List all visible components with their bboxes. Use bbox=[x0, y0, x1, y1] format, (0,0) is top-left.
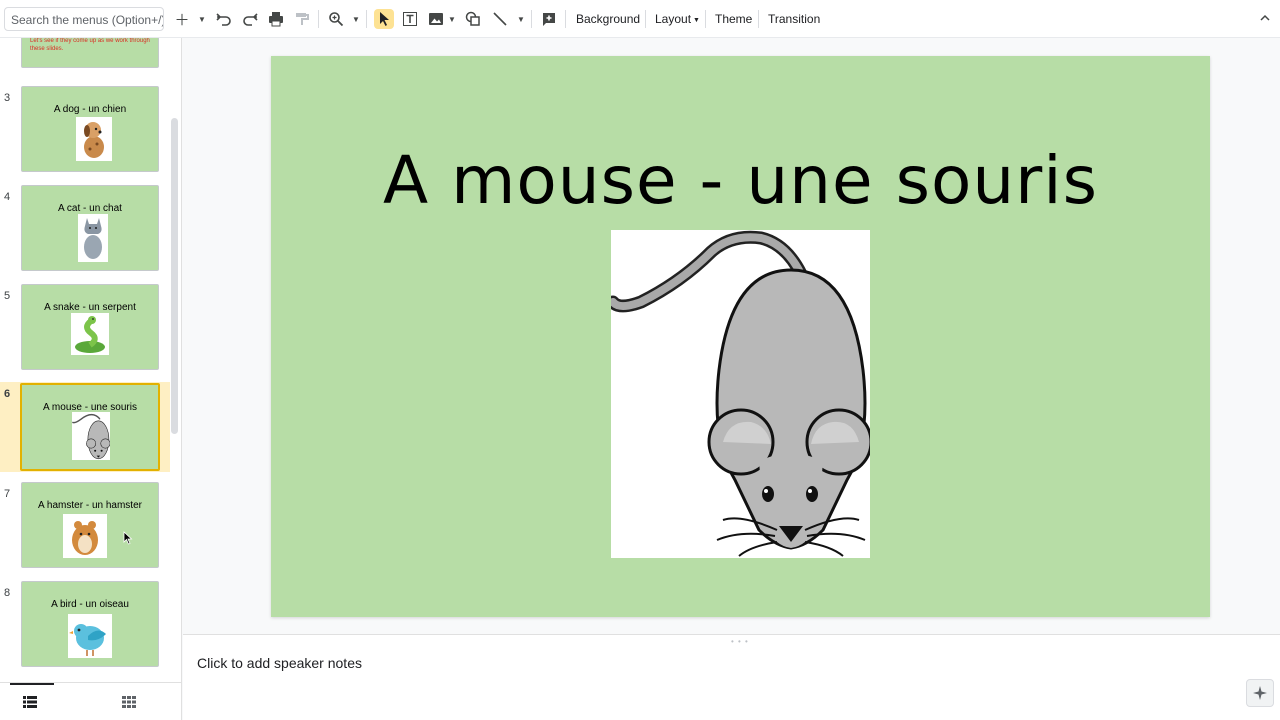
slide-number: 5 bbox=[4, 290, 11, 302]
slide-thumb: A dog - un chien bbox=[21, 86, 159, 172]
slide-thumbnail-5[interactable]: 5 A snake - un serpent bbox=[0, 284, 170, 374]
image-dropdown-icon[interactable]: ▼ bbox=[447, 9, 457, 29]
thumb-title: A bird - un oiseau bbox=[51, 599, 129, 610]
active-view-indicator bbox=[10, 683, 54, 685]
mouse-image bbox=[71, 412, 111, 460]
shape-icon[interactable] bbox=[463, 9, 483, 29]
slide-thumbnail-6[interactable]: 6 A mouse - une souris bbox=[0, 382, 170, 472]
slide-thumbnail-3[interactable]: 3 A dog - un chien bbox=[0, 86, 170, 176]
speaker-notes-panel[interactable]: • • • Click to add speaker notes bbox=[183, 634, 1280, 720]
slide-number: 3 bbox=[4, 92, 11, 104]
explore-icon[interactable] bbox=[1246, 679, 1274, 707]
dog-image bbox=[76, 117, 112, 161]
cat-image bbox=[78, 214, 108, 262]
toolbar-divider bbox=[645, 10, 646, 28]
current-slide[interactable]: A mouse - une souris bbox=[271, 56, 1210, 617]
mouse-image[interactable] bbox=[606, 230, 873, 558]
slide-thumbnail-8[interactable]: 8 A bird - un oiseau bbox=[0, 581, 170, 671]
layout-label: Layout bbox=[655, 12, 692, 26]
slide-thumb: A snake - un serpent bbox=[21, 284, 159, 370]
toolbar-divider bbox=[565, 10, 566, 28]
filmstrip-scrollbar[interactable] bbox=[171, 118, 178, 434]
slide-thumbnail-2[interactable]: Let's see if they come up as we work thr… bbox=[0, 38, 170, 72]
slide-number: 7 bbox=[4, 488, 11, 500]
undo-icon[interactable] bbox=[214, 9, 234, 29]
toolbar-divider bbox=[758, 10, 759, 28]
search-menus-input[interactable]: Search the menus (Option+/) bbox=[4, 7, 164, 31]
speaker-notes-placeholder[interactable]: Click to add speaker notes bbox=[197, 655, 362, 671]
line-dropdown-icon[interactable]: ▼ bbox=[516, 9, 526, 29]
background-button[interactable]: Background bbox=[576, 12, 640, 26]
slide-title[interactable]: A mouse - une souris bbox=[271, 142, 1210, 219]
line-icon[interactable] bbox=[490, 9, 510, 29]
transition-button[interactable]: Transition bbox=[768, 12, 820, 26]
select-pointer-icon[interactable] bbox=[374, 9, 394, 29]
hamster-image bbox=[63, 514, 107, 558]
theme-button[interactable]: Theme bbox=[715, 12, 752, 26]
redo-icon[interactable] bbox=[240, 9, 260, 29]
toolbar: Search the menus (Option+/) ＋ ▼ ▼ ▼ ▼ Ba… bbox=[0, 0, 1280, 38]
zoom-dropdown-icon[interactable]: ▼ bbox=[351, 9, 361, 29]
filmstrip-view-icon[interactable] bbox=[23, 695, 39, 709]
bird-image bbox=[68, 614, 112, 658]
layout-dropdown-icon: ▼ bbox=[693, 17, 700, 24]
slide-filmstrip: Let's see if they come up as we work thr… bbox=[0, 38, 182, 720]
slide-number: 8 bbox=[4, 587, 11, 599]
thumb-title: A dog - un chien bbox=[53, 104, 127, 115]
toolbar-divider bbox=[366, 10, 367, 28]
print-icon[interactable] bbox=[266, 9, 286, 29]
thumb-text: Let's see if they come up as we work thr… bbox=[30, 38, 150, 52]
slide-thumb: Let's see if they come up as we work thr… bbox=[21, 38, 159, 68]
new-slide-icon[interactable]: ＋ bbox=[172, 9, 192, 29]
filmstrip-view-controls bbox=[0, 682, 181, 720]
toolbar-divider bbox=[531, 10, 532, 28]
chevron-up-icon[interactable] bbox=[1260, 11, 1270, 25]
slide-thumb: A bird - un oiseau bbox=[21, 581, 159, 667]
new-slide-dropdown-icon[interactable]: ▼ bbox=[197, 9, 207, 29]
slide-thumbnail-7[interactable]: 7 A hamster - un hamster bbox=[0, 482, 170, 572]
toolbar-divider bbox=[705, 10, 706, 28]
thumb-title: A snake - un serpent bbox=[44, 302, 136, 313]
paint-format-icon[interactable] bbox=[292, 9, 312, 29]
thumb-title: A cat - un chat bbox=[58, 203, 122, 214]
thumb-title: A hamster - un hamster bbox=[38, 500, 142, 511]
slide-thumb: A mouse - une souris bbox=[20, 383, 160, 471]
notes-resize-handle[interactable]: • • • bbox=[731, 637, 749, 646]
mouse-cursor bbox=[123, 531, 133, 545]
add-comment-icon[interactable] bbox=[539, 9, 559, 29]
slide-thumbnail-4[interactable]: 4 A cat - un chat bbox=[0, 185, 170, 275]
slide-number: 6 bbox=[4, 388, 11, 400]
insert-image-icon[interactable] bbox=[426, 9, 446, 29]
zoom-icon[interactable] bbox=[326, 9, 346, 29]
grid-view-icon[interactable] bbox=[122, 695, 138, 709]
slide-thumb: A hamster - un hamster bbox=[21, 482, 159, 568]
snake-image bbox=[71, 313, 109, 355]
text-box-icon[interactable] bbox=[400, 9, 420, 29]
toolbar-divider bbox=[318, 10, 319, 28]
layout-button[interactable]: Layout ▼ bbox=[655, 12, 700, 26]
slide-number: 4 bbox=[4, 191, 11, 203]
slide-thumb: A cat - un chat bbox=[21, 185, 159, 271]
